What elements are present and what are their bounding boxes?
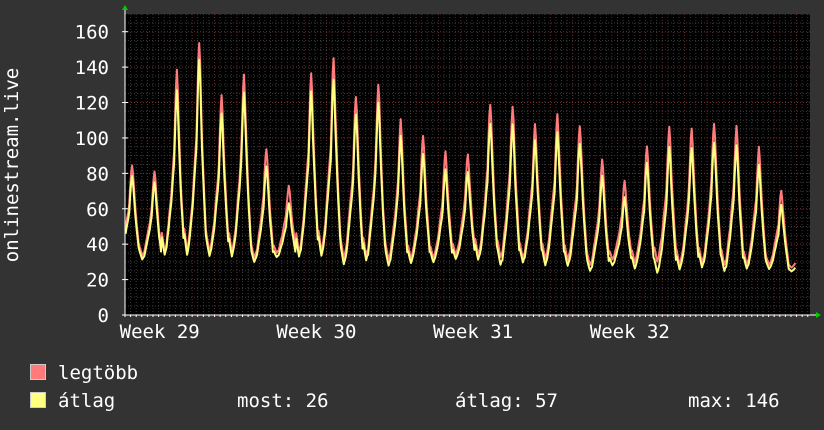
y-tick-label: 40	[86, 234, 109, 256]
y-tick-label: 160	[75, 22, 109, 44]
x-tick-label: Week 30	[276, 321, 356, 340]
x-tick-label: Week 32	[590, 321, 670, 340]
stat-average: átlag: 57	[455, 390, 558, 412]
y-tick-label: 80	[86, 163, 109, 185]
stat-current: most: 26	[237, 390, 329, 412]
x-tick-label: Week 31	[433, 321, 513, 340]
y-tick-label: 0	[98, 305, 109, 327]
y-tick-label: 120	[75, 93, 109, 115]
y-tick-label: 20	[86, 270, 109, 292]
legend-item-avg: átlag	[30, 390, 115, 412]
legend-swatch-max	[30, 364, 46, 380]
legend-label-max: legtöbb	[58, 362, 139, 384]
y-tick-label: 60	[86, 199, 109, 221]
legend-item-max: legtöbb	[30, 362, 138, 384]
stat-maximum: max: 146	[688, 390, 780, 412]
y-axis-title: onlinestream.live	[1, 68, 23, 262]
chart: 0 20 40 60 80 100 120 140 160 Week 29 Week 30 Week …	[0, 0, 824, 340]
y-tick-label: 100	[75, 128, 109, 150]
legend-label-avg: átlag	[58, 390, 116, 412]
x-tick-label: Week 29	[120, 321, 200, 340]
legend-swatch-avg	[30, 392, 46, 408]
y-tick-label: 140	[75, 57, 109, 79]
